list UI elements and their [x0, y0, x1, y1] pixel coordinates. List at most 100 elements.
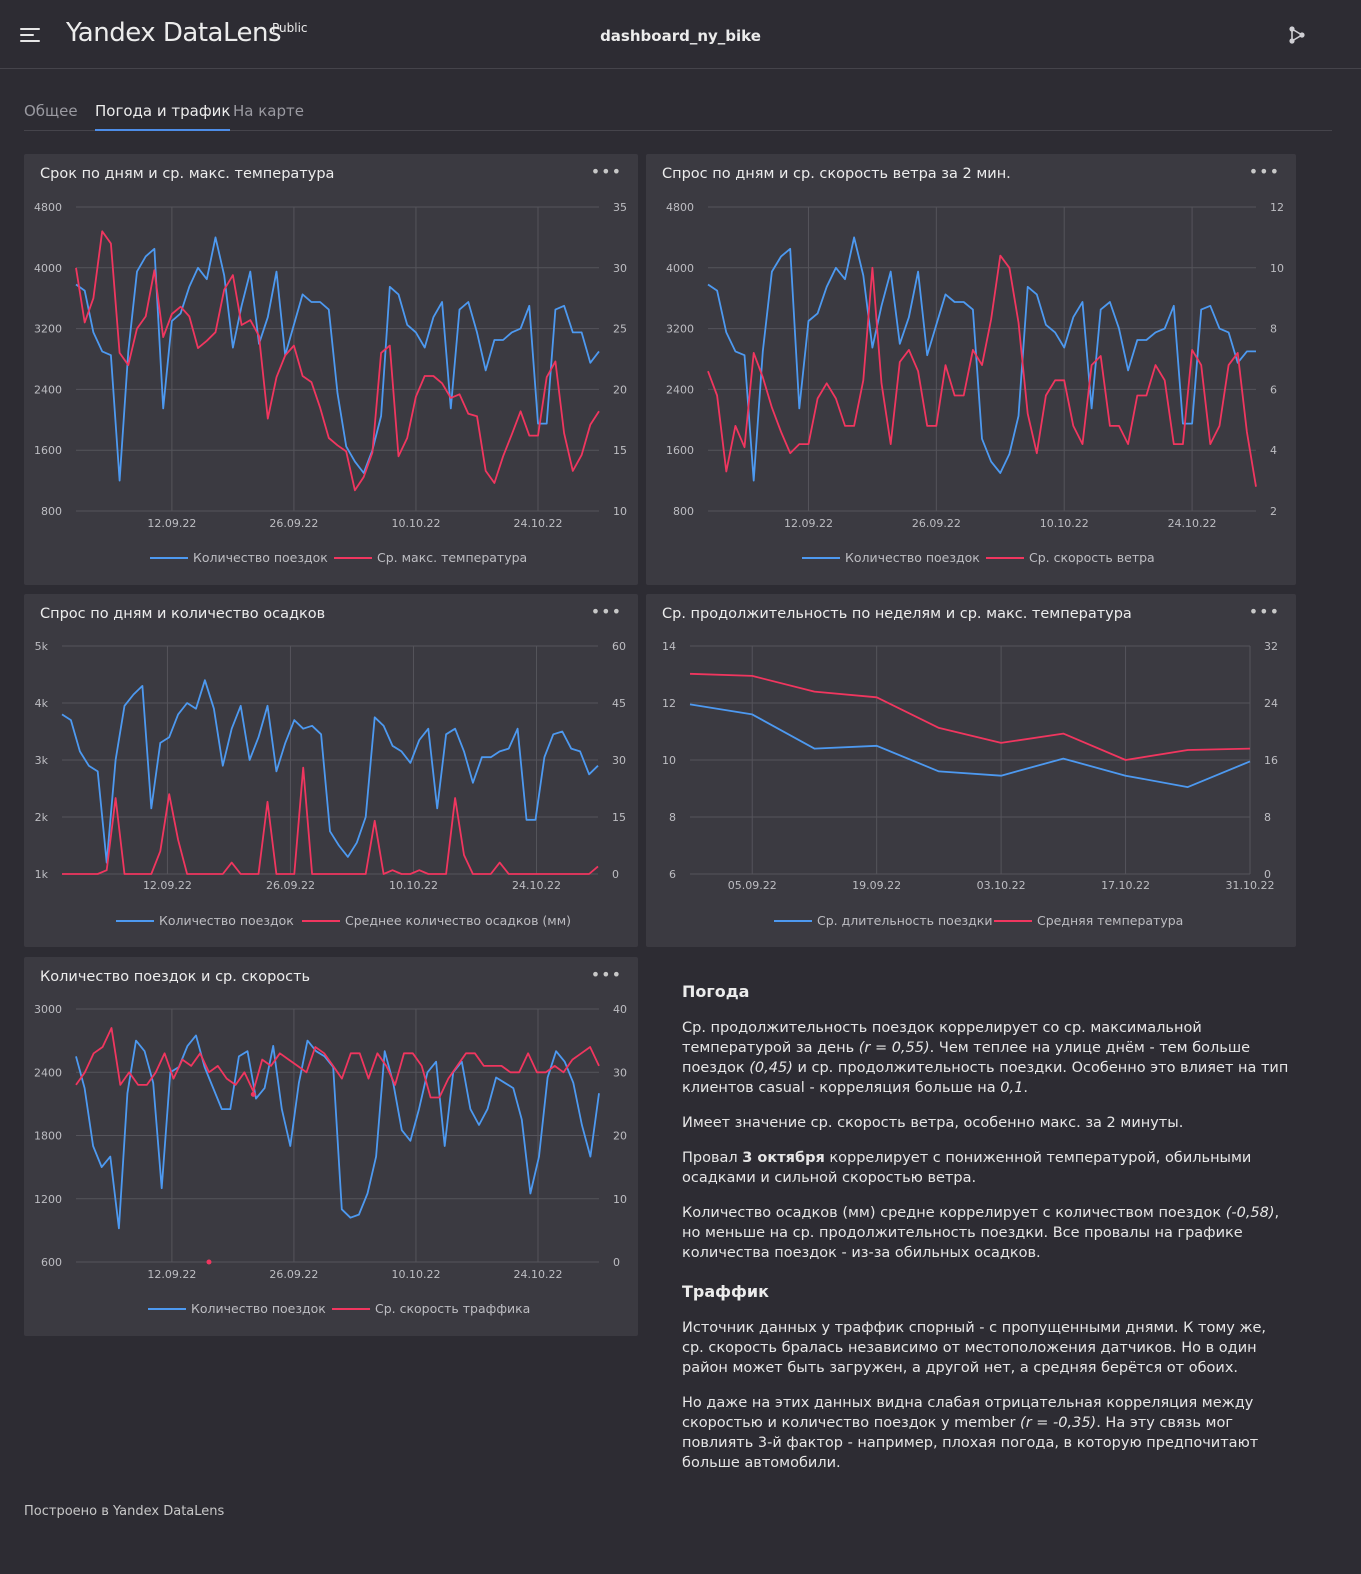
notes-paragraph: Количество осадков (мм) средне коррелиру… [682, 1205, 1280, 1261]
y-tick-label: 600 [41, 1256, 62, 1269]
y-tick-label: 16 [1264, 754, 1278, 767]
x-tick-label: 12.09.22 [147, 517, 196, 530]
legend-label: Ср. длительность поездки [817, 913, 992, 928]
notes-paragraph: Но даже на этих данных видна слабая отри… [682, 1395, 1259, 1471]
y-tick-label: 12 [1270, 201, 1284, 214]
tab-bar: Общее Погода и трафик На карте [24, 100, 1332, 131]
y-tick-label: 14 [662, 640, 676, 653]
y-tick-label: 1600 [34, 444, 62, 457]
series-line-2 [689, 672, 1251, 761]
y-tick-label: 1k [35, 868, 49, 881]
legend-label: Ср. макс. температура [377, 550, 527, 565]
y-tick-label: 4k [35, 697, 49, 710]
y-tick-label: 3000 [34, 1003, 62, 1016]
x-tick-label: 10.10.22 [391, 517, 440, 530]
legend-label: Ср. скорость ветра [1029, 550, 1155, 565]
y-tick-label: 800 [673, 505, 694, 518]
y-tick-label: 2 [1270, 505, 1277, 518]
x-tick-label: 05.09.22 [728, 879, 777, 892]
y-tick-label: 25 [613, 323, 627, 336]
legend-label: Количество поездок [845, 550, 980, 565]
y-tick-label: 15 [613, 444, 627, 457]
y-tick-label: 0 [612, 868, 619, 881]
dashboard-title: dashboard_ny_bike [600, 27, 761, 45]
legend-label: Средняя температура [1037, 913, 1183, 928]
y-tick-label: 4800 [34, 201, 62, 214]
chart-panel-trips-precipitation: Спрос по дням и количество осадков ••• 5… [24, 594, 638, 947]
y-tick-label: 10 [1270, 262, 1284, 275]
share-icon[interactable] [1287, 25, 1307, 45]
y-tick-label: 20 [613, 383, 627, 396]
notes-heading-weather: Погода [682, 982, 750, 1001]
y-tick-label: 12 [662, 697, 676, 710]
series-line-2 [62, 766, 599, 875]
legend-label: Количество поездок [193, 550, 328, 565]
y-tick-label: 0 [613, 1256, 620, 1269]
chart-trips-speed: 3000 40 2400 30 1800 20 1200 10 600 0 12.09.22 26.0… [34, 1003, 627, 1316]
x-tick-label: 26.09.22 [269, 517, 318, 530]
top-bar: Yandex DataLens Public dashboard_ny_bike [0, 0, 1361, 69]
footer-credit[interactable]: Построено в Yandex DataLens [24, 1504, 224, 1519]
x-tick-label: 17.10.22 [1101, 879, 1150, 892]
x-tick-label: 24.10.22 [513, 517, 562, 530]
x-tick-label: 26.09.22 [266, 879, 315, 892]
y-tick-label: 35 [613, 201, 627, 214]
x-tick-label: 24.10.22 [513, 1268, 562, 1281]
y-tick-label: 20 [613, 1130, 627, 1143]
y-tick-label: 24 [1264, 697, 1278, 710]
y-tick-label: 3200 [666, 323, 694, 336]
x-tick-label: 12.09.22 [784, 517, 833, 530]
chart-trips-wind: 4800 124000 103200 82400 61600 4800 212.09.22 2… [666, 201, 1284, 565]
x-tick-label: 12.09.22 [147, 1268, 196, 1281]
y-tick-label: 1600 [666, 444, 694, 457]
notes-paragraph: Провал 3 октября коррелирует с пониженно… [682, 1150, 1252, 1186]
chart-trips-temperature: 4800 35 4000 30 3200 25 2400 20 1600 15 800 10 12.09… [34, 201, 627, 565]
tab-general[interactable]: Общее [24, 102, 78, 131]
data-point [250, 1091, 256, 1097]
notes-heading-traffic: Траффик [682, 1282, 769, 1301]
y-tick-label: 8 [669, 811, 676, 824]
y-tick-label: 4 [1270, 444, 1277, 457]
y-tick-label: 1200 [34, 1193, 62, 1206]
notes-paragraph: Источник данных у траффик спорный - с пр… [682, 1320, 1267, 1376]
y-tick-label: 3200 [34, 323, 62, 336]
y-tick-label: 8 [1270, 323, 1277, 336]
data-point [206, 1259, 212, 1265]
x-tick-label: 24.10.22 [512, 879, 561, 892]
x-tick-label: 19.09.22 [852, 879, 901, 892]
y-tick-label: 45 [612, 697, 626, 710]
y-tick-label: 2400 [34, 383, 62, 396]
notes-paragraph: Имеет значение ср. скорость ветра, особе… [682, 1115, 1184, 1131]
y-tick-label: 10 [662, 754, 676, 767]
chart-panel-trips-temperature: Срок по дням и ср. макс. температура •••… [24, 154, 638, 585]
series-line-1 [689, 703, 1251, 789]
legend-label: Количество поездок [191, 1301, 326, 1316]
chart-duration-temperature: 14 3212 2410 168 86 005.09.22 19.09.22 03.10.22… [662, 640, 1278, 928]
x-tick-label: 03.10.22 [977, 879, 1026, 892]
y-tick-label: 60 [612, 640, 626, 653]
x-tick-label: 10.10.22 [389, 879, 438, 892]
y-tick-label: 10 [613, 505, 627, 518]
y-tick-label: 32 [1264, 640, 1278, 653]
y-tick-label: 4800 [666, 201, 694, 214]
notes-paragraph: Ср. продолжительность поездок коррелируе… [682, 1020, 1289, 1096]
chart-panel-duration-temperature: Ср. продолжительность по неделям и ср. м… [646, 594, 1296, 947]
tab-weather-traffic[interactable]: Погода и трафик [95, 102, 231, 131]
y-tick-label: 6 [1270, 383, 1277, 396]
y-tick-label: 15 [612, 811, 626, 824]
x-tick-label: 26.09.22 [912, 517, 961, 530]
chart-panel-trips-speed: Количество поездок и ср. скорость ••• 30… [24, 957, 638, 1336]
series-line-2 [707, 254, 1257, 487]
legend-label: Количество поездок [159, 913, 294, 928]
series-line-1 [75, 1034, 600, 1230]
series-line-1 [61, 679, 599, 864]
y-tick-label: 6 [669, 868, 676, 881]
y-tick-label: 2400 [34, 1066, 62, 1079]
notes-block: Погода Ср. продолжительность поездок кор… [682, 982, 1292, 1488]
tab-map[interactable]: На карте [233, 102, 304, 131]
series-line-2 [75, 230, 600, 492]
y-tick-label: 10 [613, 1193, 627, 1206]
x-tick-label: 31.10.22 [1226, 879, 1275, 892]
legend-label: Ср. скорость траффика [375, 1301, 530, 1316]
y-tick-label: 4000 [666, 262, 694, 275]
